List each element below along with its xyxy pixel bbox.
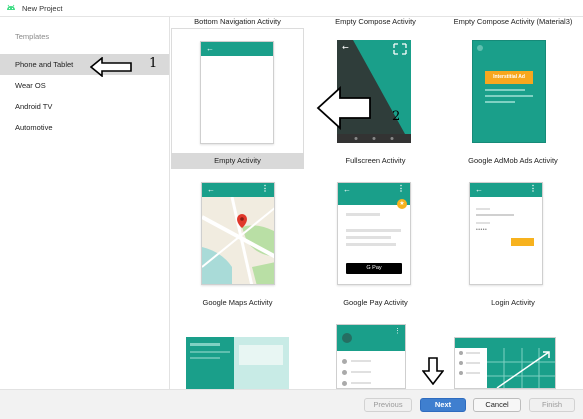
window-title: New Project [22, 3, 63, 13]
template-label-admob: Google AdMob Ads Activity [468, 156, 558, 165]
overflow-menu-icon: ⋮ [261, 184, 269, 193]
sidebar-header: Templates [15, 32, 50, 41]
template-label-empty-activity: Empty Activity [214, 156, 261, 165]
overflow-menu-icon: ⋮ [397, 184, 405, 193]
template-responsive-views[interactable] [454, 337, 556, 389]
sidebar-item-automotive[interactable]: Automotive [0, 117, 169, 138]
template-label-google-pay: Google Pay Activity [343, 298, 408, 307]
overflow-menu-icon: ⋮ [394, 328, 401, 335]
maps-preview: ← ⋮ [201, 182, 275, 285]
template-fullscreen-activity[interactable]: ← 2 [309, 28, 442, 169]
gpay-button: G Pay [346, 263, 402, 274]
template-navigation-drawer[interactable]: ⋮ [336, 324, 406, 389]
admob-preview: Interstitial Ad [472, 40, 546, 143]
sidebar-item-wear-os[interactable]: Wear OS [0, 75, 169, 96]
template-label-bottom-navigation: Bottom Navigation Activity [194, 17, 281, 26]
annotation-number-1: 1 [149, 56, 158, 71]
back-arrow-icon: ← [207, 185, 215, 194]
interstitial-ad-banner: Interstitial Ad [485, 71, 533, 84]
annotation-arrow-left-icon [90, 57, 132, 77]
cancel-button[interactable]: Cancel [473, 398, 521, 412]
template-google-maps-activity[interactable]: ← ⋮ [171, 177, 304, 307]
back-arrow-icon: ← [206, 44, 214, 53]
android-studio-icon [7, 4, 15, 10]
template-google-pay-activity[interactable]: ← ⋮ ★ G Pay [309, 177, 442, 307]
star-icon: ★ [397, 199, 407, 209]
phone-preview: ← [200, 41, 274, 144]
login-preview: ← ⋮ ••••• [469, 182, 543, 285]
finish-button[interactable]: Finish [529, 398, 575, 412]
svg-text:←: ← [342, 43, 349, 52]
template-admob-activity[interactable]: Interstitial Ad [443, 28, 583, 169]
template-gallery: Bottom Navigation Activity Empty Compose… [171, 17, 583, 389]
next-button[interactable]: Next [420, 398, 466, 412]
overflow-menu-icon: ⋮ [529, 184, 537, 193]
annotation-arrow-left-icon [316, 86, 371, 130]
template-label-empty-compose: Empty Compose Activity [335, 17, 416, 26]
dialog-footer: Previous Next Cancel Finish [0, 389, 583, 419]
previous-button[interactable]: Previous [364, 398, 412, 412]
back-arrow-icon: ← [343, 185, 351, 194]
template-primary-detail-flow[interactable] [186, 337, 289, 389]
annotation-number-2: 2 [392, 109, 401, 124]
annotation-arrow-down-icon [422, 357, 444, 385]
template-label-fullscreen: Fullscreen Activity [345, 156, 406, 165]
title-bar: New Project [0, 0, 583, 17]
template-label-empty-compose-material3: Empty Compose Activity (Material3) [453, 17, 573, 26]
template-empty-activity[interactable]: ← [171, 28, 304, 169]
sidebar-item-android-tv[interactable]: Android TV [0, 96, 169, 117]
template-label-login: Login Activity [491, 298, 535, 307]
template-login-activity[interactable]: ← ⋮ ••••• [443, 177, 583, 307]
sidebar-item-phone-and-tablet[interactable]: Phone and Tablet [0, 54, 169, 75]
gpay-preview: ← ⋮ ★ G Pay [337, 182, 411, 285]
template-label-google-maps: Google Maps Activity [202, 298, 273, 307]
category-sidebar: Templates Phone and Tablet Wear OS Andro… [0, 17, 170, 389]
back-arrow-icon: ← [475, 185, 483, 194]
